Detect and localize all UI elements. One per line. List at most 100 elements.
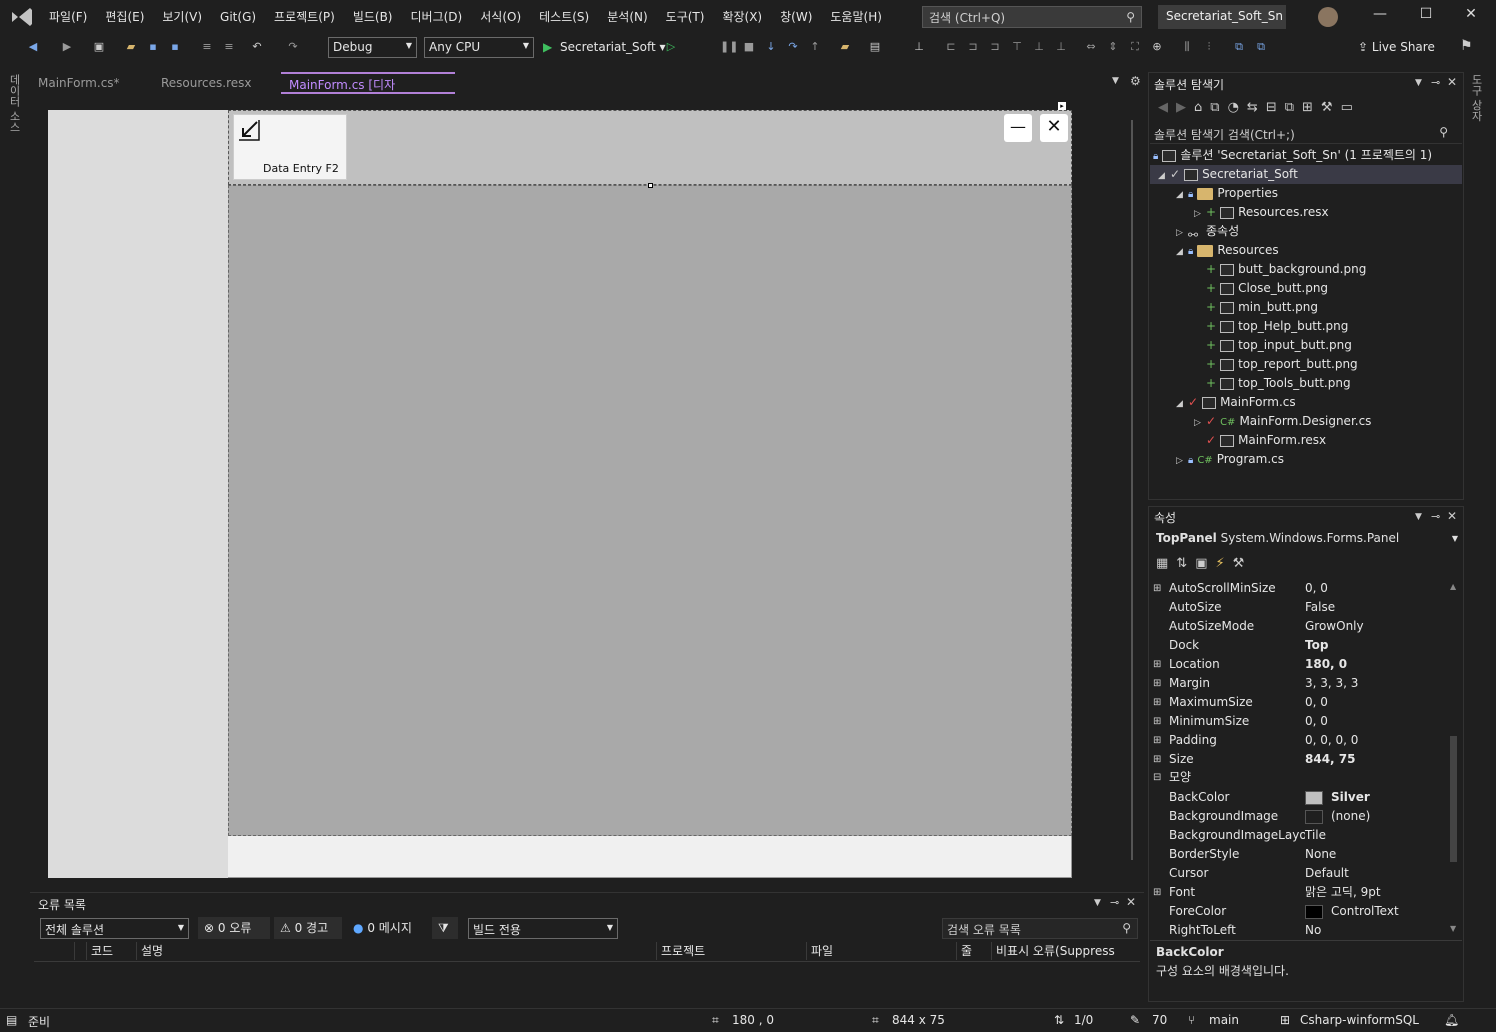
alphabetical-icon[interactable]: ⇅ [1176, 556, 1195, 571]
tree-file-top-report-butt[interactable]: + top_report_butt.png [1206, 355, 1358, 374]
live-share-button[interactable]: ⇪ Live Share [1358, 40, 1435, 54]
global-search-input[interactable]: 검색 (Ctrl+Q) ⚲ [922, 6, 1142, 28]
prop-row[interactable]: AutoSizeMode GrowOnly [1150, 617, 1450, 636]
prop-category[interactable]: ⊟ 모양 [1150, 768, 1450, 787]
notification-bell-icon[interactable]: 🔔︎ [1444, 1013, 1459, 1027]
align-left-icon[interactable]: ⊏ [944, 40, 958, 54]
align-top-icon[interactable]: ⊤ [1010, 40, 1024, 54]
panel-menu-chevron-down-icon[interactable]: ▼ [1415, 512, 1422, 522]
col-code[interactable]: 코드 [86, 942, 113, 960]
property-pages-icon[interactable]: ⚒ [1233, 556, 1253, 571]
tab-mainform-design[interactable]: MainForm.cs [디자인]*⊸✕ [281, 72, 455, 114]
zoom-icon[interactable]: ⊕ [1150, 40, 1164, 54]
close-panel-icon[interactable]: ✕ [1447, 75, 1457, 89]
tree-mainform-designer[interactable]: ▷ ✓ C# MainForm.Designer.cs [1194, 412, 1371, 431]
start-without-debugging-icon[interactable]: ▷ [664, 40, 678, 54]
pin-icon[interactable]: ⊸ [1431, 510, 1440, 523]
maximize-window-icon[interactable]: ☐ [1411, 6, 1441, 28]
sync-arrows-icon[interactable]: ⇅ [1054, 1013, 1064, 1027]
prop-row[interactable]: ⊞ Location 180, 0 [1150, 655, 1450, 674]
menu-view[interactable]: 보기(V) [153, 0, 211, 34]
prop-row[interactable]: BackgroundImage (none) [1150, 807, 1450, 826]
minimize-window-icon[interactable]: — [1365, 6, 1395, 28]
filter-icon[interactable]: ⧩ [432, 917, 458, 939]
col-line[interactable]: 줄 [956, 942, 972, 960]
prop-row[interactable]: ⊞ AutoScrollMinSize 0, 0 [1150, 579, 1450, 598]
tree-program[interactable]: ▷ 🔒︎ C# Program.cs [1176, 450, 1284, 469]
align-bottom-icon[interactable]: ⊥ [1054, 40, 1068, 54]
menu-git[interactable]: Git(G) [211, 0, 265, 34]
send-back-icon[interactable]: ⧉ [1254, 40, 1268, 54]
tree-mainform-resx[interactable]: ✓ MainForm.resx [1206, 431, 1326, 450]
uncomment-icon[interactable]: ≡ [222, 40, 236, 54]
prop-row[interactable]: BackColor Silver [1150, 788, 1450, 807]
comment-icon[interactable]: ≡ [200, 40, 214, 54]
tab-resources-resx[interactable]: Resources.resx [153, 72, 260, 94]
menu-analyze[interactable]: 분석(N) [598, 0, 656, 34]
form-minimize-button[interactable]: — [1004, 114, 1032, 142]
prop-row[interactable]: ⊞ Margin 3, 3, 3, 3 [1150, 674, 1450, 693]
tree-resources-resx[interactable]: ▷ + Resources.resx [1194, 203, 1329, 222]
start-icon[interactable]: ▶ [543, 37, 557, 57]
menu-window[interactable]: 창(W) [771, 0, 821, 34]
menu-help[interactable]: 도움말(H) [821, 0, 891, 34]
tree-resources-folder[interactable]: ◢ 🔒︎ Resources [1176, 241, 1279, 260]
tree-file-close-butt[interactable]: + Close_butt.png [1206, 279, 1328, 298]
form-close-button[interactable]: ✕ [1040, 114, 1068, 142]
scroll-up-icon[interactable]: ▲ [1450, 582, 1456, 591]
redo-icon[interactable]: ↷ [286, 40, 300, 54]
prop-row[interactable]: ForeColor ControlText [1150, 902, 1450, 921]
top-panel[interactable] [228, 110, 1072, 185]
home-icon[interactable]: ⌂ [1194, 100, 1210, 115]
error-search-input[interactable]: 검색 오류 목록 ⚲ [942, 918, 1138, 939]
feedback-icon[interactable]: ⚑ [1460, 38, 1473, 54]
tab-overflow-icon[interactable]: ▼ [1112, 76, 1119, 86]
panel-menu-chevron-down-icon[interactable]: ▼ [1415, 78, 1422, 88]
scope-select[interactable]: 전체 솔루션 ▼ [40, 918, 189, 939]
col-project[interactable]: 프로젝트 [656, 942, 705, 960]
prop-row[interactable]: RightToLeft No [1150, 921, 1450, 940]
menu-build[interactable]: 빌드(B) [344, 0, 402, 34]
prop-row[interactable]: ⊞ MaximumSize 0, 0 [1150, 693, 1450, 712]
events-icon[interactable]: ⚡ [1216, 556, 1233, 571]
preview-icon[interactable]: ⊞ [1302, 100, 1321, 115]
align-grid-icon[interactable]: ⊥ [912, 40, 926, 54]
menu-file[interactable]: 파일(F) [40, 0, 96, 34]
data-sources-tab[interactable]: 데이터 소스 [8, 74, 22, 133]
object-selector[interactable]: TopPanel System.Windows.Forms.Panel ▼ [1150, 530, 1462, 550]
tree-file-top-input-butt[interactable]: + top_input_butt.png [1206, 336, 1352, 355]
build-filter-select[interactable]: 빌드 전용 ▼ [468, 918, 618, 939]
menu-tools[interactable]: 도구(T) [657, 0, 714, 34]
tree-file-butt-background[interactable]: + butt_background.png [1206, 260, 1366, 279]
visual-studio-logo-icon[interactable] [10, 6, 34, 28]
close-panel-icon[interactable]: ✕ [1126, 895, 1136, 909]
undo-icon[interactable]: ↶ [250, 40, 264, 54]
save-all-icon[interactable]: ▪ [168, 40, 182, 54]
tree-dependencies[interactable]: ▷ ⚯ 종속성 [1176, 222, 1239, 242]
collapse-all-icon[interactable]: ⊟ [1266, 100, 1285, 115]
menu-test[interactable]: 테스트(S) [530, 0, 598, 34]
settings-gear-icon[interactable]: ⚙ [1130, 74, 1141, 88]
forward-icon[interactable]: ▶ [1176, 100, 1194, 115]
pending-changes-icon[interactable]: ◔ [1228, 100, 1247, 115]
pin-icon[interactable]: ⊸ [1110, 896, 1119, 909]
errors-filter-button[interactable]: ⊗ 0 오류 [198, 917, 270, 939]
stop-icon[interactable]: ■ [742, 40, 756, 54]
prop-row[interactable]: ⊞ Size 844, 75 [1150, 750, 1450, 769]
branch-icon[interactable]: ⑂ [1188, 1013, 1195, 1027]
output-window-icon[interactable]: ▤ [6, 1013, 17, 1027]
main-panel[interactable] [228, 185, 1072, 836]
menu-format[interactable]: 서식(O) [471, 0, 530, 34]
step-into-icon[interactable]: ↓ [764, 40, 778, 54]
show-all-files-icon[interactable]: ⧉ [1285, 100, 1302, 115]
tree-file-top-help-butt[interactable]: + top_Help_butt.png [1206, 317, 1348, 336]
messages-filter-button[interactable]: ● 0 메시지 [347, 917, 427, 939]
col-file[interactable]: 파일 [806, 942, 833, 960]
step-out-icon[interactable]: ↑ [808, 40, 822, 54]
tree-file-top-tools-butt[interactable]: + top_Tools_butt.png [1206, 374, 1351, 393]
warnings-filter-button[interactable]: ⚠ 0 경고 [274, 917, 342, 939]
prop-row[interactable]: Cursor Default [1150, 864, 1450, 883]
solution-folder-icon[interactable]: ▰ [838, 40, 852, 54]
preview-selected-icon[interactable]: ▭ [1341, 100, 1361, 115]
status-sync[interactable]: 1/0 [1074, 1013, 1093, 1027]
